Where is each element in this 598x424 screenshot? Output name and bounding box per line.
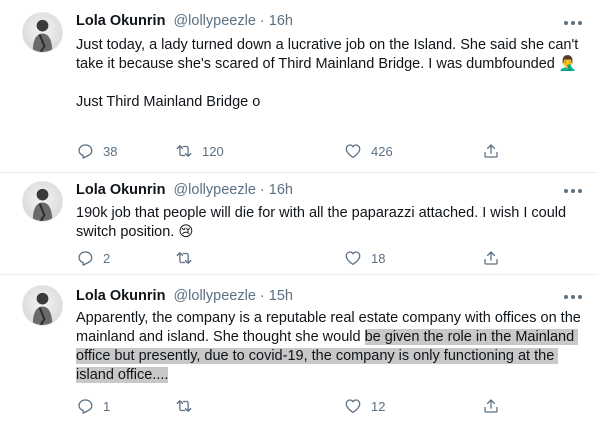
reply-button[interactable]: 2 — [76, 248, 110, 268]
avatar[interactable] — [22, 181, 63, 222]
avatar-image — [32, 19, 53, 52]
like-button[interactable]: 12 — [344, 396, 385, 416]
display-name[interactable]: Lola Okunrin — [76, 182, 165, 198]
reply-button[interactable]: 38 — [76, 141, 117, 161]
retweet-icon — [176, 400, 192, 412]
retweet-icon — [176, 252, 192, 264]
retweet-count: 120 — [202, 143, 224, 159]
tweet-header: Lola Okunrin @lollypeezle · 16h — [76, 181, 293, 199]
reply-count: 38 — [103, 143, 118, 159]
like-button[interactable]: 426 — [344, 141, 393, 161]
retweet-button[interactable] — [175, 248, 202, 268]
tweet-text: Apparently, the company is a reputable r… — [76, 309, 588, 385]
reply-count: 2 — [103, 250, 111, 266]
more-icon[interactable] — [564, 18, 582, 28]
tweet[interactable]: Lola Okunrin @lollypeezle · 16h 190k job… — [0, 173, 598, 274]
like-count: 426 — [371, 143, 393, 159]
like-count: 18 — [371, 250, 386, 266]
like-icon — [345, 144, 361, 159]
timestamp[interactable]: 15h — [269, 288, 293, 304]
retweet-icon — [176, 145, 192, 157]
user-handle[interactable]: @lollypeezle — [173, 13, 255, 29]
avatar-image — [32, 292, 53, 325]
share-button[interactable] — [482, 248, 500, 268]
tweet-text: 190k job that people will die for with a… — [76, 205, 571, 240]
retweet-button[interactable]: 120 — [175, 141, 224, 161]
tweet-text: Just today, a lady turned down a lucrati… — [76, 37, 579, 110]
separator: · — [259, 13, 265, 29]
like-icon — [345, 399, 361, 414]
reply-icon — [78, 399, 93, 414]
separator: · — [259, 288, 265, 304]
like-count: 12 — [371, 398, 386, 414]
user-handle[interactable]: @lollypeezle — [173, 182, 255, 198]
share-icon — [484, 399, 498, 413]
timestamp[interactable]: 16h — [269, 13, 293, 29]
like-icon — [345, 251, 361, 266]
tweet-actions: 38 120 426 — [76, 141, 516, 161]
timestamp[interactable]: 16h — [269, 182, 293, 198]
reply-icon — [78, 251, 93, 266]
tweet-header: Lola Okunrin @lollypeezle · 15h — [76, 287, 293, 305]
reply-icon — [78, 144, 93, 159]
reply-count: 1 — [103, 398, 111, 414]
more-icon[interactable] — [564, 292, 582, 302]
avatar[interactable] — [22, 285, 63, 326]
retweet-button[interactable] — [175, 396, 202, 416]
tweet[interactable]: Lola Okunrin @lollypeezle · 15h Apparent… — [0, 275, 598, 424]
share-icon — [484, 251, 498, 265]
like-button[interactable]: 18 — [344, 248, 385, 268]
display-name[interactable]: Lola Okunrin — [76, 288, 165, 304]
tweet-actions: 1 12 — [76, 396, 516, 416]
avatar[interactable] — [22, 12, 63, 53]
share-button[interactable] — [482, 141, 500, 161]
reply-button[interactable]: 1 — [76, 396, 110, 416]
display-name[interactable]: Lola Okunrin — [76, 13, 165, 29]
more-icon[interactable] — [564, 186, 582, 196]
tweet[interactable]: Lola Okunrin @lollypeezle · 16h Just tod… — [0, 0, 598, 172]
user-handle[interactable]: @lollypeezle — [173, 288, 255, 304]
avatar-image — [32, 188, 53, 221]
tweet-header: Lola Okunrin @lollypeezle · 16h — [76, 12, 293, 30]
share-icon — [484, 144, 498, 158]
share-button[interactable] — [482, 396, 500, 416]
separator: · — [259, 182, 265, 198]
tweet-actions: 2 18 — [76, 248, 516, 268]
